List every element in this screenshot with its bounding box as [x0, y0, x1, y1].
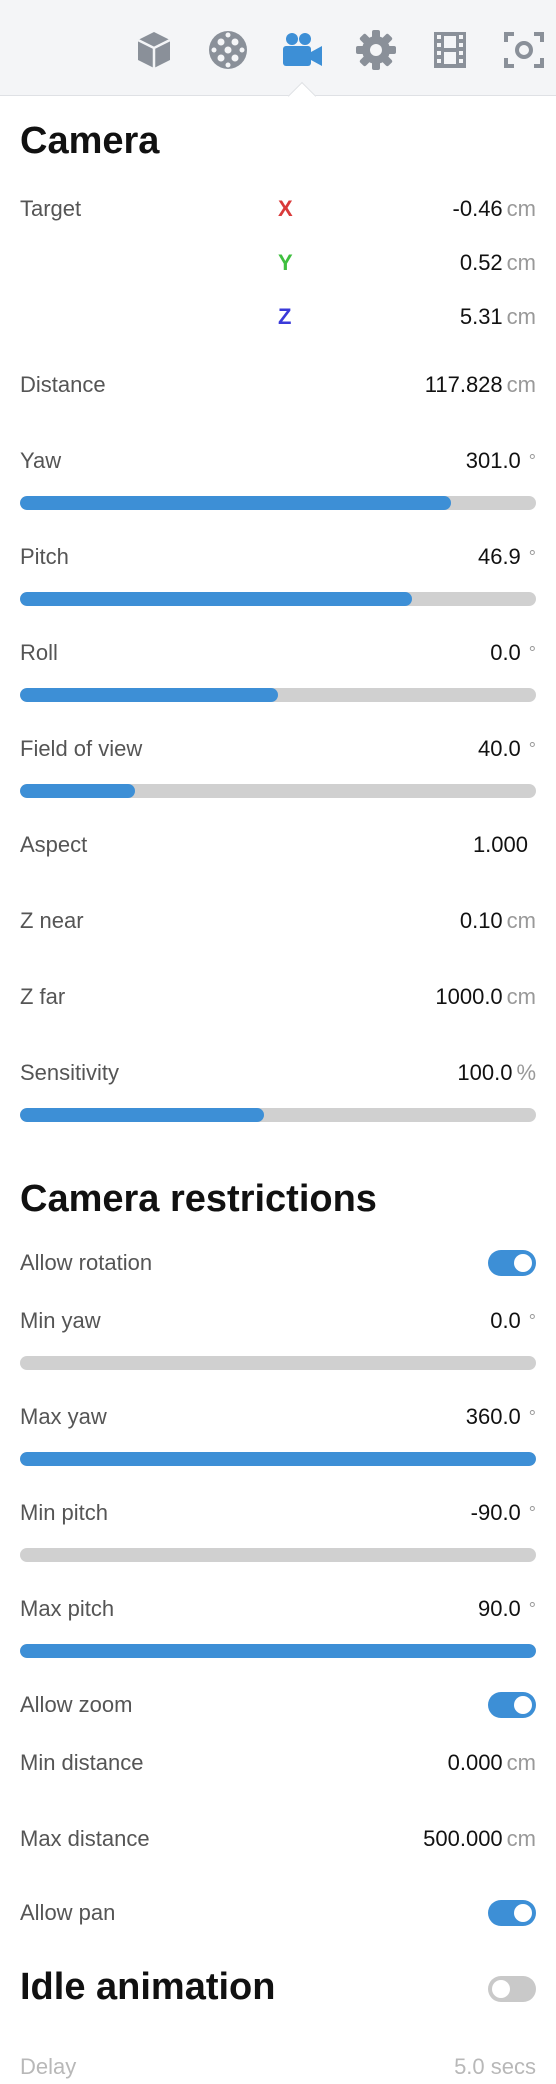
- camera-icon[interactable]: [280, 28, 324, 72]
- max-pitch-value[interactable]: 90.0 °: [478, 1596, 536, 1622]
- max-yaw-slider[interactable]: [20, 1452, 536, 1466]
- distance-label: Distance: [20, 372, 106, 397]
- max-pitch-slider-fill: [20, 1644, 536, 1658]
- section-title-camera: Camera: [20, 120, 160, 162]
- target-y-value[interactable]: 0.52 cm: [460, 250, 536, 276]
- allow-rotation-toggle[interactable]: [488, 1250, 536, 1276]
- max-pitch-label: Max pitch: [20, 1596, 115, 1621]
- min-pitch-slider[interactable]: [20, 1548, 536, 1562]
- allow-pan-label: Allow pan: [20, 1900, 116, 1925]
- toggle-knob: [514, 1696, 532, 1714]
- sensitivity-label: Sensitivity: [20, 1060, 120, 1085]
- fov-slider-fill: [20, 784, 136, 798]
- film-icon[interactable]: [428, 28, 472, 72]
- min-yaw-label: Min yaw: [20, 1308, 101, 1333]
- z-axis-letter: Z: [278, 304, 292, 329]
- toggle-knob: [492, 1980, 510, 1998]
- roll-slider[interactable]: [20, 688, 536, 702]
- fov-label: Field of view: [20, 736, 143, 761]
- allow-zoom-label: Allow zoom: [20, 1692, 133, 1717]
- x-axis-letter: X: [278, 196, 293, 221]
- min-distance-label: Min distance: [20, 1750, 144, 1775]
- roll-value[interactable]: 0.0 °: [490, 640, 536, 666]
- allow-pan-toggle[interactable]: [488, 1900, 536, 1926]
- target-x-value[interactable]: -0.46 cm: [453, 196, 536, 222]
- toggle-knob: [514, 1254, 532, 1272]
- y-axis-letter: Y: [278, 250, 293, 275]
- allow-rotation-label: Allow rotation: [20, 1250, 153, 1275]
- min-yaw-slider[interactable]: [20, 1356, 536, 1370]
- sensitivity-value[interactable]: 100.0%: [457, 1060, 536, 1086]
- delay-label: Delay: [20, 2054, 77, 2079]
- znear-value[interactable]: 0.10 cm: [460, 908, 536, 934]
- delay-value[interactable]: 5.0 secs: [454, 2054, 536, 2080]
- yaw-value[interactable]: 301.0 °: [466, 448, 536, 474]
- pitch-slider-fill: [20, 592, 413, 606]
- min-yaw-value[interactable]: 0.0 °: [490, 1308, 536, 1334]
- target-z-value[interactable]: 5.31 cm: [460, 304, 536, 330]
- max-yaw-label: Max yaw: [20, 1404, 107, 1429]
- fov-value[interactable]: 40.0 °: [478, 736, 536, 762]
- yaw-slider[interactable]: [20, 496, 536, 510]
- material-ball-icon[interactable]: [206, 28, 250, 72]
- sensitivity-slider-fill: [20, 1108, 265, 1122]
- max-yaw-slider-fill: [20, 1452, 536, 1466]
- fov-slider[interactable]: [20, 784, 536, 798]
- allow-zoom-toggle[interactable]: [488, 1692, 536, 1718]
- section-title-restrictions: Camera restrictions: [20, 1178, 377, 1220]
- cube-icon[interactable]: [132, 28, 176, 72]
- focus-icon[interactable]: [502, 28, 546, 72]
- aspect-label: Aspect: [20, 832, 88, 857]
- zfar-label: Z far: [20, 984, 66, 1009]
- toggle-knob: [514, 1904, 532, 1922]
- target-label: Target: [20, 196, 82, 221]
- znear-label: Z near: [20, 908, 84, 933]
- section-title-idle-animation: Idle animation: [20, 1966, 276, 2008]
- roll-label: Roll: [20, 640, 58, 665]
- max-distance-value[interactable]: 500.000 cm: [423, 1826, 536, 1852]
- min-pitch-value[interactable]: -90.0 °: [471, 1500, 536, 1526]
- yaw-slider-fill: [20, 496, 452, 510]
- max-yaw-value[interactable]: 360.0 °: [466, 1404, 536, 1430]
- max-pitch-slider[interactable]: [20, 1644, 536, 1658]
- sensitivity-slider[interactable]: [20, 1108, 536, 1122]
- pitch-label: Pitch: [20, 544, 69, 569]
- max-distance-label: Max distance: [20, 1826, 150, 1851]
- pitch-slider[interactable]: [20, 592, 536, 606]
- min-pitch-label: Min pitch: [20, 1500, 109, 1525]
- distance-value[interactable]: 117.828 cm: [425, 372, 536, 398]
- panel-toolbar: [0, 0, 556, 96]
- min-distance-value[interactable]: 0.000 cm: [448, 1750, 536, 1776]
- gear-icon[interactable]: [354, 28, 398, 72]
- yaw-label: Yaw: [20, 448, 62, 473]
- roll-slider-fill: [20, 688, 278, 702]
- zfar-value[interactable]: 1000.0 cm: [435, 984, 536, 1010]
- pitch-value[interactable]: 46.9 °: [478, 544, 536, 570]
- idle-animation-toggle[interactable]: [488, 1976, 536, 2002]
- aspect-value[interactable]: 1.000: [473, 832, 528, 858]
